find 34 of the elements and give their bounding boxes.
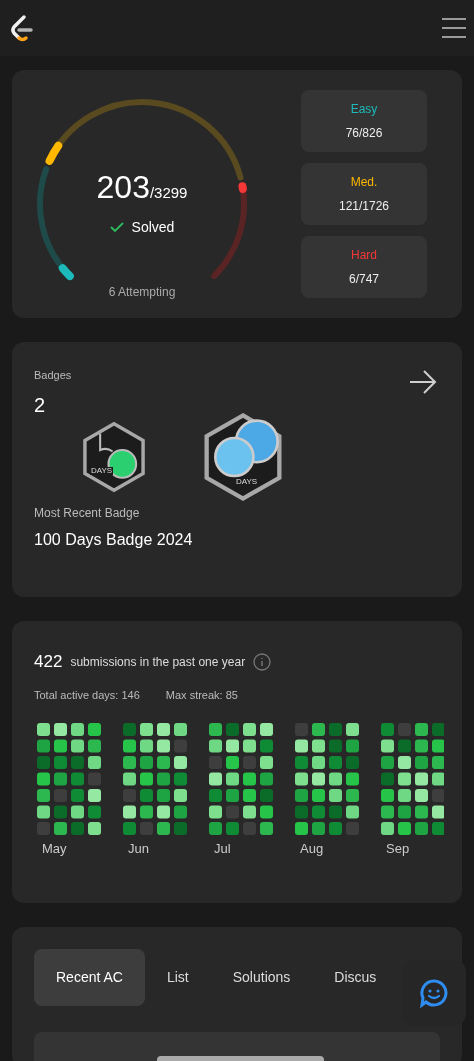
difficulty-count: 76/826 xyxy=(345,125,383,142)
difficulty-label: Easy xyxy=(350,101,378,118)
badge-caption: DAYS xyxy=(236,477,258,486)
badge-caption: DAYS xyxy=(90,466,114,475)
month-label: Jul xyxy=(213,840,231,858)
month-label: Jun xyxy=(127,840,149,858)
recent-badge-name: 100 Days Badge 2024 xyxy=(34,529,194,550)
submissions-text: submissions in the past one year xyxy=(70,653,246,671)
max-streak: Max streak: 85 xyxy=(165,687,238,703)
month-label: Aug xyxy=(299,840,324,858)
tab[interactable]: List xyxy=(144,949,211,1006)
chat-smile-icon xyxy=(419,978,449,1008)
info-icon[interactable] xyxy=(253,652,272,671)
menu-icon[interactable] xyxy=(440,16,468,40)
attempting-label: 6 Attempting xyxy=(107,284,177,301)
active-days: Total active days: 146 xyxy=(34,686,140,703)
difficulty-label: Hard xyxy=(351,247,377,264)
badges-count: 2 xyxy=(34,392,47,418)
tab[interactable]: Recent AC xyxy=(34,949,145,1006)
solved-count: 203 xyxy=(96,171,150,203)
recent-badge-label: Most Recent Badge xyxy=(34,504,141,522)
check-icon xyxy=(109,221,124,233)
difficulty-label: Med. xyxy=(350,174,378,191)
difficulty-count: 6/747 xyxy=(349,271,379,288)
submissions-count: 422 xyxy=(34,651,63,673)
arrow-right-icon[interactable] xyxy=(408,369,438,395)
tab[interactable]: Discus xyxy=(312,949,399,1006)
total-count: /3299 xyxy=(149,184,188,203)
month-label: Sep xyxy=(385,840,410,858)
badges-title: Badges xyxy=(34,368,72,383)
solved-label: Solved xyxy=(131,217,175,237)
month-label: May xyxy=(41,840,67,858)
difficulty-count: 121/1726 xyxy=(338,198,390,215)
tab[interactable]: Solutions xyxy=(210,949,313,1006)
